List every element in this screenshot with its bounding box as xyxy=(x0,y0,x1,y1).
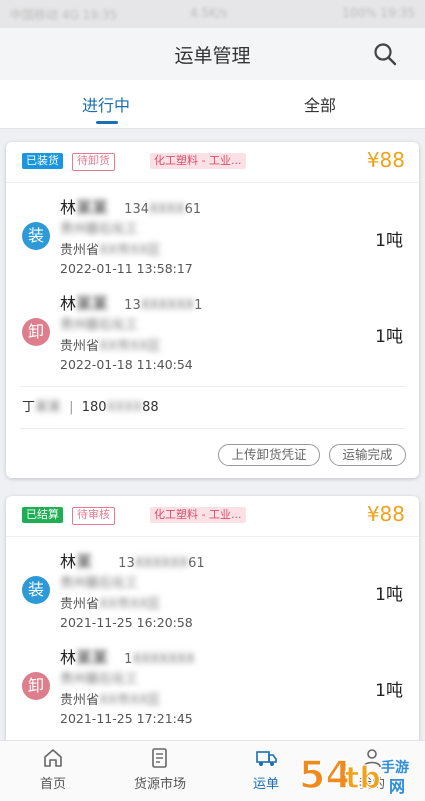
status-left: 中国移动 4G 19:35 xyxy=(10,8,118,22)
nav-waybill[interactable]: 运单 xyxy=(249,747,283,792)
load-weight: 1吨 xyxy=(375,231,403,251)
contact-name: 林 xyxy=(60,552,77,571)
watermark-logo: 54 tb 手游 网 xyxy=(298,752,409,798)
divider xyxy=(20,386,405,387)
page-title: 运单管理 xyxy=(174,45,251,67)
nav-home[interactable]: 首页 xyxy=(38,747,68,792)
load-icon: 装 xyxy=(22,576,50,604)
unload-contact: 林某某 1XXXXXXX xyxy=(60,648,195,667)
load-company: 贵州磐石化工 xyxy=(60,222,139,237)
waybill-card[interactable]: 已装货 待卸货 化工塑料 - 工业... ¥88 装 林某某 134XXXX61… xyxy=(6,142,419,478)
status-badge: 已结算 xyxy=(22,507,63,523)
upload-proof-button[interactable]: 上传卸货凭证 xyxy=(218,444,320,466)
truck-icon xyxy=(256,751,277,766)
tab-active-indicator xyxy=(96,121,118,124)
tab-all[interactable]: 全部 xyxy=(304,92,336,116)
svg-text:网: 网 xyxy=(389,777,405,796)
load-address: 贵州省XX市XX区 xyxy=(60,243,161,258)
category-badge: 化工塑料 - 工业... xyxy=(150,153,246,169)
unload-company: 贵州磐石化工 xyxy=(60,318,139,333)
card-header: 已装货 待卸货 化工塑料 - 工业... ¥88 xyxy=(6,142,419,183)
contact-name: 林 xyxy=(60,294,77,313)
divider xyxy=(20,428,405,429)
contact-phone: 13 xyxy=(124,298,141,313)
tab-bar: 进行中 全部 xyxy=(0,80,425,129)
search-icon[interactable] xyxy=(373,42,397,66)
driver-phone: 180 xyxy=(81,400,107,415)
unload-time: 2022-01-18 11:40:54 xyxy=(60,357,193,372)
load-weight: 1吨 xyxy=(375,585,403,605)
market-icon xyxy=(152,748,167,768)
home-icon xyxy=(44,749,62,767)
nav-market[interactable]: 货源市场 xyxy=(130,747,190,792)
complete-transport-button[interactable]: 运输完成 xyxy=(329,444,406,466)
status-mid: 4.5K/s xyxy=(190,6,228,20)
substatus-badge: 待卸货 xyxy=(72,153,115,171)
unload-company: 贵州磐石化工 xyxy=(60,672,139,687)
load-contact: 林某 13XXXXXX61 xyxy=(60,552,205,571)
unload-address: 贵州省XX市XX区 xyxy=(60,693,161,708)
svg-text:手游: 手游 xyxy=(381,759,409,776)
status-badge: 已装货 xyxy=(22,153,63,169)
driver-info: 丁某某 | 180XXXX88 xyxy=(22,400,159,415)
unload-address: 贵州省XX市XX区 xyxy=(60,339,161,354)
waybill-card[interactable]: 已结算 待审核 化工塑料 - 工业... ¥88 装 林某 13XXXXXX61… xyxy=(6,496,419,756)
load-contact: 林某某 134XXXX61 xyxy=(60,198,202,217)
driver-name: 丁 xyxy=(22,400,36,415)
substatus-badge: 待审核 xyxy=(72,507,115,525)
contact-name: 林 xyxy=(60,198,77,217)
svg-text:tb: tb xyxy=(345,761,381,796)
unload-icon: 卸 xyxy=(22,672,50,700)
unload-weight: 1吨 xyxy=(375,681,403,701)
load-time: 2022-01-11 13:58:17 xyxy=(60,261,193,276)
contact-name: 林 xyxy=(60,648,77,667)
unload-weight: 1吨 xyxy=(375,327,403,347)
app-header: 运单管理 xyxy=(0,28,425,80)
price: ¥88 xyxy=(366,148,405,172)
unload-contact: 林某某 13XXXXXX1 xyxy=(60,294,203,313)
contact-phone: 134 xyxy=(124,202,149,217)
svg-text:54: 54 xyxy=(299,753,352,797)
contact-phone: 13 xyxy=(118,556,135,571)
price: ¥88 xyxy=(366,502,405,526)
unload-time: 2021-11-25 17:21:45 xyxy=(60,711,193,726)
status-right: 100% 19:35 xyxy=(342,6,415,20)
category-badge: 化工塑料 - 工业... xyxy=(150,507,246,523)
load-time: 2021-11-25 16:20:58 xyxy=(60,615,193,630)
load-address: 贵州省XX市XX区 xyxy=(60,597,161,612)
card-header: 已结算 待审核 化工塑料 - 工业... ¥88 xyxy=(6,496,419,537)
load-icon: 装 xyxy=(22,222,50,250)
tab-in-progress[interactable]: 进行中 xyxy=(82,92,130,116)
status-bar: 中国移动 4G 19:35 4.5K/s 100% 19:35 xyxy=(0,0,425,28)
unload-icon: 卸 xyxy=(22,318,50,346)
load-company: 贵州磐石化工 xyxy=(60,576,139,591)
